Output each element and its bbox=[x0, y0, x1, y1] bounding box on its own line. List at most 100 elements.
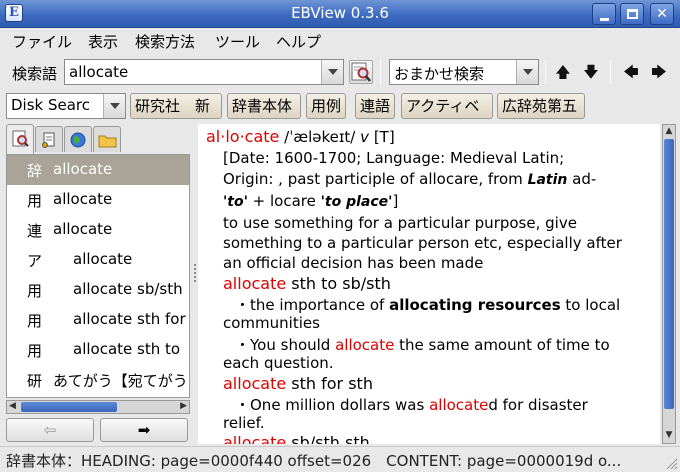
entry-heading: al·lo·cate /ˈæləkeɪt/ v [T] bbox=[206, 127, 395, 146]
entry-vscrollbar[interactable]: ▲ ▼ bbox=[662, 124, 676, 444]
search-input[interactable]: allocate bbox=[64, 59, 344, 85]
grip-dot bbox=[194, 264, 196, 266]
dictionary-toggle-kojien[interactable]: 広辞苑第五 bbox=[497, 93, 585, 119]
tab-bookmarks[interactable] bbox=[35, 126, 63, 152]
grammar-code: [T] bbox=[373, 128, 395, 146]
list-item[interactable]: 辞 allocate bbox=[7, 155, 189, 185]
list-item[interactable]: 連 allocate bbox=[7, 215, 189, 245]
list-item[interactable]: 研 あてがう【宛てがう bbox=[7, 365, 189, 395]
arrow-left-icon: ⇦ bbox=[43, 421, 57, 439]
window-title: EBView 0.3.6 bbox=[291, 4, 389, 22]
close-icon: ✕ bbox=[656, 6, 668, 22]
status-text: 辞書本体：HEADING: page=0000f440 offset=026 C… bbox=[6, 452, 622, 470]
history-back-button[interactable]: 🡄 bbox=[621, 62, 641, 82]
search-method-select[interactable]: おまかせ検索 bbox=[389, 59, 539, 85]
search-label: 検索語 bbox=[12, 65, 58, 83]
etymology-line: 'to' + locare 'to place'] bbox=[223, 192, 399, 210]
headword: al·lo·cate bbox=[206, 127, 280, 146]
dictionary-group-select[interactable]: Disk Searc bbox=[6, 93, 126, 119]
etymology-line: Origin: , past participle of allocare, f… bbox=[223, 170, 597, 188]
search-method-dropdown[interactable] bbox=[516, 60, 538, 84]
entry-content: al·lo·cate /ˈæləkeɪt/ v [T] [Date: 1600-… bbox=[198, 124, 660, 444]
result-kind: 連 bbox=[27, 222, 43, 240]
resize-grip-icon[interactable] bbox=[664, 456, 678, 470]
dictionary-toggle-kenkyusha[interactable]: 研究社 新 bbox=[130, 93, 222, 119]
grip-dot bbox=[194, 280, 196, 282]
arrow-left-icon: 🡄 bbox=[623, 63, 639, 81]
list-item[interactable]: 用 allocate sb/sth bbox=[7, 275, 189, 305]
grip-dot bbox=[194, 276, 196, 278]
scroll-right-icon[interactable]: ▶ bbox=[180, 401, 187, 411]
menu-search-method[interactable]: 検索方法 bbox=[135, 31, 195, 52]
menu-help[interactable]: ヘルプ bbox=[276, 31, 321, 52]
arrow-right-icon: ➡ bbox=[137, 421, 151, 439]
example-line: ・One million dollars was allocated for d… bbox=[235, 396, 588, 414]
previous-entry-button[interactable]: 🡅 bbox=[553, 62, 573, 82]
result-list-hscrollbar[interactable]: ◀ ▶ bbox=[6, 400, 190, 414]
maximize-icon bbox=[627, 9, 638, 19]
search-results-icon bbox=[12, 130, 29, 147]
example-line: each question. bbox=[223, 354, 334, 372]
scroll-down-icon[interactable]: ▼ bbox=[663, 429, 675, 441]
panel-tabs bbox=[4, 124, 190, 154]
scroll-left-icon[interactable]: ◀ bbox=[9, 401, 16, 411]
chevron-down-icon bbox=[110, 103, 120, 109]
menu-file[interactable]: ファイル bbox=[12, 31, 72, 52]
dictionary-toggle-active[interactable]: アクティベ bbox=[401, 93, 493, 119]
dictionary-toggle-examples[interactable]: 用例 bbox=[306, 93, 346, 119]
tab-directory[interactable] bbox=[93, 126, 121, 152]
list-item[interactable]: 用 allocate sth for bbox=[7, 305, 189, 335]
list-item[interactable]: 用 allocate bbox=[7, 185, 189, 215]
pattern-line: allocate sb/sth sth bbox=[223, 433, 370, 444]
tab-search-results[interactable] bbox=[6, 124, 34, 154]
grip-dot bbox=[194, 268, 196, 270]
result-word: あてがう【宛てがう bbox=[53, 372, 188, 390]
dictionary-toggle-main[interactable]: 辞書本体 bbox=[227, 93, 301, 119]
definition-line: something to a particular person etc, es… bbox=[223, 234, 622, 252]
dictionary-group-value: Disk Searc bbox=[11, 96, 91, 114]
example-line: relief. bbox=[223, 414, 265, 432]
search-history-dropdown[interactable] bbox=[321, 60, 343, 84]
result-list: 辞 allocate 用 allocate 連 allocate ア alloc… bbox=[6, 154, 190, 398]
menu-tools[interactable]: ツール bbox=[215, 31, 260, 52]
dictionary-group-dropdown[interactable] bbox=[103, 94, 125, 118]
list-item[interactable]: ア allocate bbox=[7, 245, 189, 275]
next-page-button[interactable]: ➡ bbox=[100, 418, 188, 442]
result-kind: 用 bbox=[27, 312, 43, 330]
minimize-icon bbox=[600, 18, 609, 21]
dictionary-bar: Disk Searc 研究社 新 辞書本体 用例 連語 アクティベ 広辞苑第五 bbox=[0, 92, 680, 120]
part-of-speech: v bbox=[360, 128, 370, 146]
result-kind: 用 bbox=[27, 192, 43, 210]
result-word: allocate bbox=[53, 190, 113, 208]
arrow-right-icon: 🡆 bbox=[651, 63, 667, 81]
chevron-down-icon bbox=[523, 69, 533, 75]
close-button[interactable]: ✕ bbox=[650, 3, 674, 25]
tab-web[interactable] bbox=[64, 126, 92, 152]
history-forward-button[interactable]: 🡆 bbox=[649, 62, 669, 82]
list-item[interactable]: 用 allocate sth to bbox=[7, 335, 189, 365]
result-kind: 辞 bbox=[27, 162, 43, 180]
next-entry-button[interactable]: 🡇 bbox=[581, 62, 601, 82]
example-line: ・You should allocate the same amount of … bbox=[235, 336, 610, 354]
minimize-button[interactable] bbox=[592, 3, 616, 25]
scroll-up-icon[interactable]: ▲ bbox=[663, 125, 675, 137]
example-line: ・the importance of allocating resources … bbox=[235, 296, 621, 314]
bookmark-icon bbox=[42, 132, 55, 148]
search-button[interactable] bbox=[349, 60, 373, 84]
previous-page-button[interactable]: ⇦ bbox=[6, 418, 94, 442]
result-kind: 用 bbox=[27, 282, 43, 300]
pattern-line: allocate sth to sb/sth bbox=[223, 274, 391, 293]
chevron-down-icon bbox=[328, 69, 338, 75]
separator bbox=[610, 60, 611, 84]
folder-icon bbox=[98, 135, 117, 148]
menu-bar: ファイル 表示 検索方法 ツール ヘルプ bbox=[0, 28, 680, 54]
scrollbar-thumb[interactable] bbox=[664, 139, 674, 409]
grip-dot bbox=[194, 272, 196, 274]
scrollbar-thumb[interactable] bbox=[21, 402, 117, 412]
result-word: allocate bbox=[53, 220, 113, 238]
menu-view[interactable]: 表示 bbox=[88, 31, 118, 52]
dictionary-toggle-collocations[interactable]: 連語 bbox=[355, 93, 395, 119]
maximize-button[interactable] bbox=[620, 3, 644, 25]
search-method-value: おまかせ検索 bbox=[394, 65, 485, 83]
result-panel: 辞 allocate 用 allocate 連 allocate ア alloc… bbox=[4, 124, 190, 444]
